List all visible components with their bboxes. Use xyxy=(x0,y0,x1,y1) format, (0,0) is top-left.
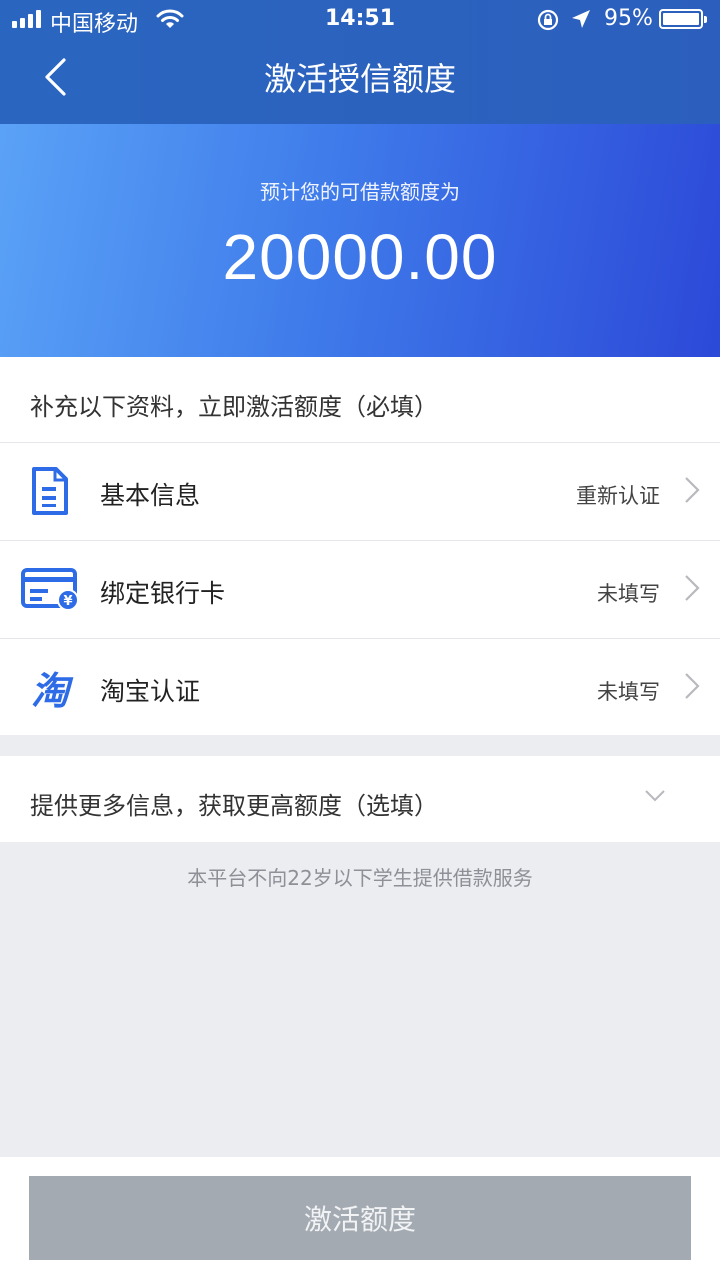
row-taobao-verification[interactable]: 淘 淘宝认证 未填写 xyxy=(0,638,720,736)
row-label: 基本信息 xyxy=(100,481,201,510)
required-section-header: 补充以下资料，立即激活额度（必填） xyxy=(30,393,438,421)
status-bar: 中国移动 14:51 95% xyxy=(0,0,720,40)
credit-limit-label: 预计您的可借款额度为 xyxy=(260,180,460,204)
row-status: 未填写 xyxy=(597,582,660,606)
required-info-section: 补充以下资料，立即激活额度（必填） 基本信息 重新认证 ¥ 绑定银行卡 未填写 … xyxy=(0,357,720,735)
svg-text:¥: ¥ xyxy=(63,594,72,609)
chevron-down-icon xyxy=(644,788,666,807)
credit-limit-banner: 预计您的可借款额度为 20000.00 xyxy=(0,124,720,357)
row-label: 淘宝认证 xyxy=(100,677,201,706)
battery-icon xyxy=(659,9,707,29)
optional-section-label: 提供更多信息，获取更高额度（选填） xyxy=(30,792,438,820)
battery-percent: 95% xyxy=(604,6,653,31)
taobao-icon: 淘 xyxy=(30,668,69,713)
optional-info-toggle[interactable]: 提供更多信息，获取更高额度（选填） xyxy=(0,756,720,842)
top-bar: 中国移动 14:51 95% 激活授信额度 xyxy=(0,0,720,124)
bottom-action-bar: 激活额度 xyxy=(0,1157,720,1280)
chevron-right-icon xyxy=(684,476,700,508)
chevron-right-icon xyxy=(684,672,700,704)
rotation-lock-icon xyxy=(536,8,560,38)
row-label: 绑定银行卡 xyxy=(100,579,226,608)
row-status: 未填写 xyxy=(597,680,660,704)
row-bind-bank-card[interactable]: ¥ 绑定银行卡 未填写 xyxy=(0,540,720,638)
student-notice: 本平台不向22岁以下学生提供借款服务 xyxy=(187,866,533,890)
activate-limit-button[interactable]: 激活额度 xyxy=(29,1176,691,1260)
row-basic-info[interactable]: 基本信息 重新认证 xyxy=(0,442,720,540)
page-title: 激活授信额度 xyxy=(263,60,456,98)
credit-limit-amount: 20000.00 xyxy=(222,221,498,293)
row-status: 重新认证 xyxy=(576,484,660,508)
document-icon xyxy=(20,465,80,517)
bank-card-icon: ¥ xyxy=(20,563,80,615)
chevron-right-icon xyxy=(684,574,700,606)
location-arrow-icon xyxy=(570,8,592,36)
